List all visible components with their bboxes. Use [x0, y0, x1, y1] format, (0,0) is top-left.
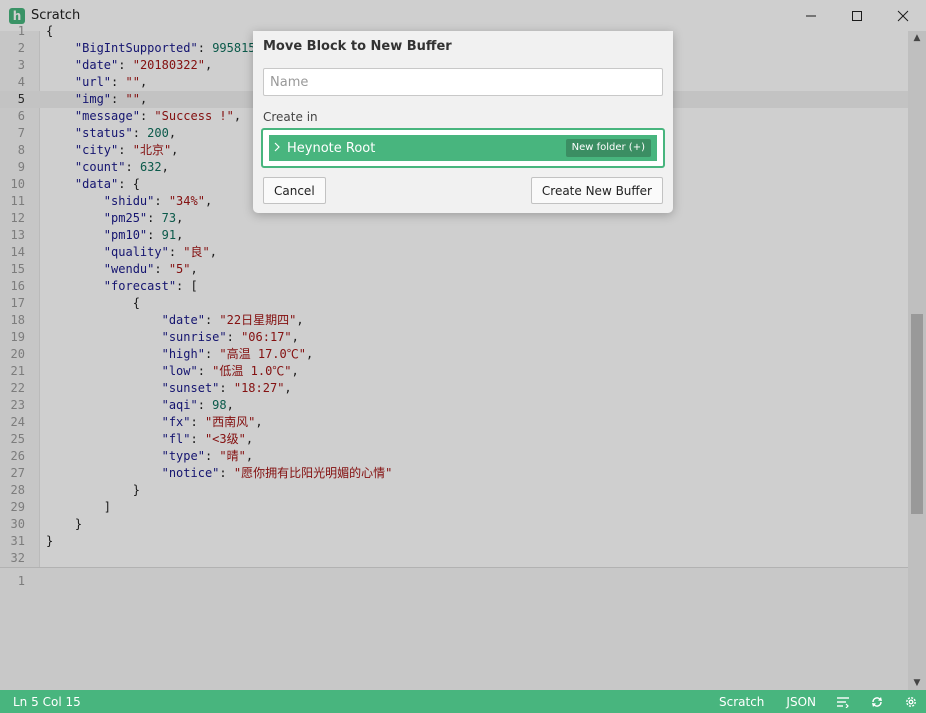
- col-label: Col: [42, 694, 62, 709]
- chevron-right-icon[interactable]: [273, 142, 287, 155]
- buffer-selector[interactable]: Scratch: [719, 695, 764, 709]
- line-number: 5: [31, 694, 39, 709]
- cursor-position: Ln 5 Col 15: [13, 695, 81, 709]
- new-folder-button[interactable]: New folder (+): [565, 139, 651, 157]
- cancel-button[interactable]: Cancel: [263, 177, 326, 204]
- buffer-name-input[interactable]: [263, 68, 663, 96]
- dialog-title: Move Block to New Buffer: [263, 39, 452, 54]
- line-label: Ln: [13, 694, 28, 709]
- settings-gear-icon[interactable]: [904, 695, 918, 709]
- folder-tree: Heynote Root New folder (+): [261, 128, 665, 168]
- sync-icon[interactable]: [870, 695, 884, 709]
- create-in-label: Create in: [263, 110, 318, 124]
- format-icon[interactable]: [836, 695, 850, 709]
- move-block-dialog: Move Block to New Buffer Create in Heyno…: [253, 31, 673, 213]
- folder-item-heynote-root[interactable]: Heynote Root New folder (+): [269, 135, 657, 161]
- col-number: 15: [65, 694, 81, 709]
- folder-name: Heynote Root: [287, 140, 376, 156]
- language-selector[interactable]: JSON: [786, 695, 816, 709]
- status-right: Scratch JSON: [697, 690, 918, 713]
- status-bar: Ln 5 Col 15 Scratch JSON: [0, 690, 926, 713]
- create-new-buffer-button[interactable]: Create New Buffer: [530, 177, 663, 204]
